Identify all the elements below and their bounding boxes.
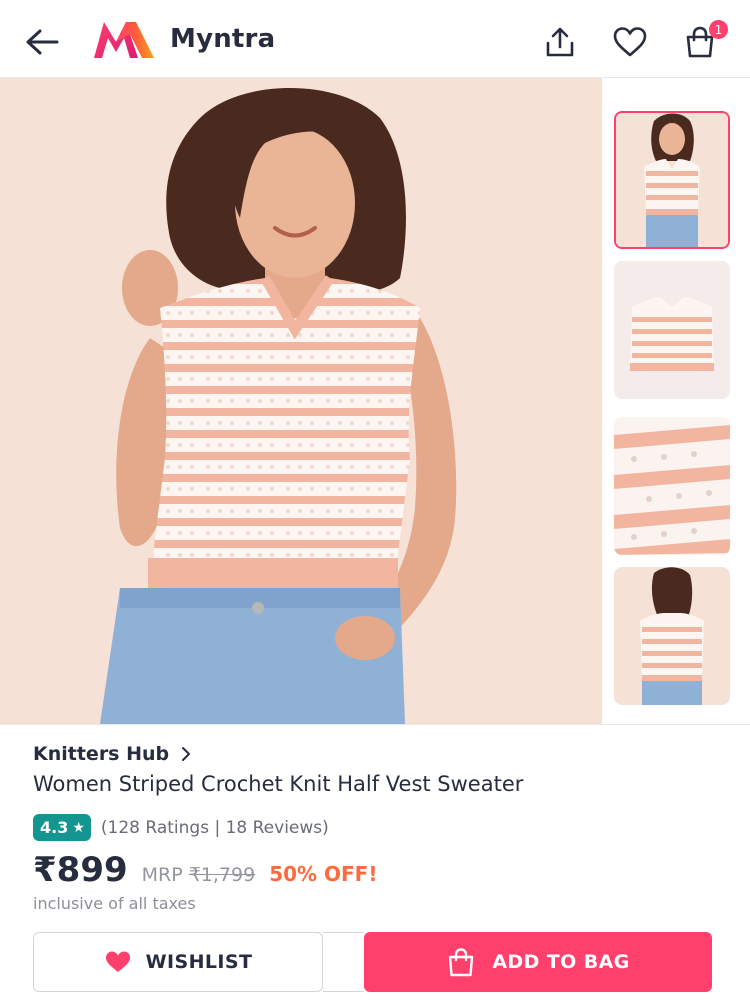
bag-count-badge: 1 bbox=[709, 20, 728, 39]
mrp-label: MRP bbox=[141, 864, 183, 886]
share-button[interactable] bbox=[540, 22, 580, 62]
heart-outline-icon bbox=[613, 27, 647, 57]
add-to-bag-label: ADD TO BAG bbox=[492, 951, 630, 973]
myntra-logo-icon bbox=[94, 22, 154, 58]
gallery-divider bbox=[0, 724, 750, 725]
heart-filled-icon bbox=[105, 951, 130, 972]
model-photo bbox=[0, 78, 602, 724]
top-app-bar: Myntra 1 bbox=[0, 0, 750, 78]
thumbnail-model-front bbox=[616, 113, 728, 247]
thumbnail-1[interactable] bbox=[614, 111, 730, 249]
seller-link[interactable]: Knitters Hub bbox=[33, 743, 191, 765]
star-icon: ★ bbox=[72, 819, 85, 836]
share-upload-icon bbox=[546, 27, 574, 57]
product-gallery bbox=[0, 78, 750, 724]
thumbnail-flatlay bbox=[614, 261, 730, 399]
rating-badge: 4.3 ★ bbox=[33, 814, 91, 841]
ratings-summary: (128 Ratings | 18 Reviews) bbox=[100, 817, 329, 838]
brand-name: Myntra bbox=[170, 24, 276, 54]
rating-row[interactable]: 4.3 ★ (128 Ratings | 18 Reviews) bbox=[33, 814, 329, 841]
thumbnail-strip bbox=[602, 78, 750, 724]
seller-name: Knitters Hub bbox=[33, 743, 170, 765]
chevron-right-icon bbox=[181, 746, 191, 762]
tax-note: inclusive of all taxes bbox=[33, 894, 196, 913]
add-to-bag-button[interactable]: ADD TO BAG bbox=[364, 932, 712, 992]
thumbnail-4[interactable] bbox=[614, 567, 730, 705]
mrp-value: ₹1,799 bbox=[188, 864, 256, 886]
selling-price: ₹899 bbox=[33, 850, 128, 890]
wishlist-header-button[interactable] bbox=[610, 22, 650, 62]
button-separator bbox=[323, 932, 364, 992]
main-product-image[interactable] bbox=[0, 78, 602, 724]
thumbnail-2[interactable] bbox=[614, 261, 730, 399]
shopping-bag-icon bbox=[449, 948, 474, 977]
wishlist-label: WISHLIST bbox=[145, 951, 253, 973]
thumbnail-3[interactable] bbox=[614, 417, 730, 555]
thumbnail-knit-closeup bbox=[614, 417, 730, 555]
thumbnail-model-back bbox=[614, 567, 730, 705]
product-title: Women Striped Crochet Knit Half Vest Swe… bbox=[33, 772, 524, 796]
arrow-left-icon bbox=[26, 29, 59, 55]
back-button[interactable] bbox=[22, 24, 62, 60]
discount-text: 50% OFF! bbox=[269, 862, 378, 886]
price-row: ₹899 MRP ₹1,799 50% OFF! bbox=[33, 850, 377, 890]
wishlist-button[interactable]: WISHLIST bbox=[33, 932, 323, 992]
rating-value: 4.3 bbox=[40, 818, 69, 837]
